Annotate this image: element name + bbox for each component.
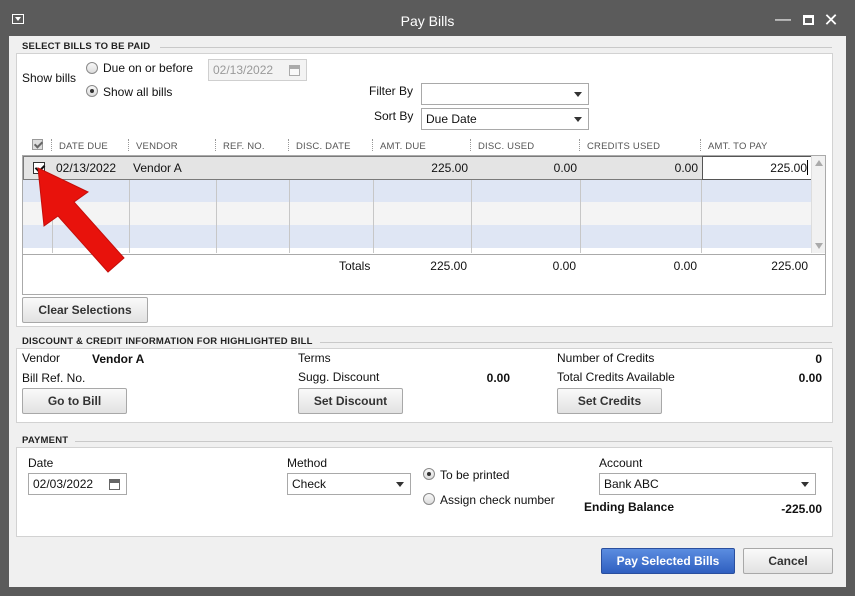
col-vendor[interactable]: VENDOR [136, 141, 178, 152]
sort-by-dropdown[interactable]: Due Date [421, 108, 589, 130]
table-row[interactable]: 02/13/2022 Vendor A 225.00 0.00 0.00 225… [23, 156, 812, 180]
col-date-due[interactable]: DATE DUE [59, 141, 108, 152]
chevron-down-icon [574, 92, 582, 97]
column-separator [288, 139, 290, 151]
amt-to-pay-input[interactable]: 225.00 [702, 156, 812, 180]
ending-balance-value: -225.00 [781, 502, 822, 516]
go-to-bill-button[interactable]: Go to Bill [22, 388, 127, 414]
column-separator [51, 139, 53, 151]
col-disc-date[interactable]: DISC. DATE [296, 141, 351, 152]
vendor-label: Vendor [22, 351, 61, 365]
account-value: Bank ABC [604, 477, 659, 491]
to-be-printed-label: To be printed [440, 468, 510, 482]
payment-date-field[interactable]: 02/03/2022 [28, 473, 127, 495]
due-on-before-date-field[interactable]: 02/13/2022 [208, 59, 307, 81]
assign-check-number-radio[interactable] [423, 493, 435, 505]
payment-section-title: PAYMENT [22, 435, 69, 446]
row-amt-to-pay: 225.00 [770, 161, 807, 175]
totals-label: Totals [339, 259, 371, 273]
method-dropdown[interactable]: Check [287, 473, 411, 495]
payment-date-value: 02/03/2022 [33, 477, 94, 491]
grid-stripe [23, 179, 811, 202]
column-separator [579, 139, 581, 151]
sort-by-label: Sort By [374, 109, 414, 123]
sort-by-value: Due Date [426, 112, 477, 126]
col-amt-due[interactable]: AMT. DUE [380, 141, 426, 152]
bills-grid: 02/13/2022 Vendor A 225.00 0.00 0.00 225… [22, 155, 826, 295]
ending-balance-label: Ending Balance [584, 500, 675, 514]
scroll-down-icon[interactable] [815, 243, 823, 249]
chevron-down-icon [801, 482, 809, 487]
grid-scrollbar[interactable] [811, 156, 825, 253]
show-all-bills-radio[interactable] [86, 85, 98, 97]
due-on-before-radio[interactable] [86, 62, 98, 74]
sugg-discount-label: Sugg. Discount [298, 370, 380, 384]
show-all-bills-label: Show all bills [103, 85, 173, 99]
total-disc-used: 0.00 [552, 259, 576, 273]
row-disc-used: 0.00 [553, 161, 577, 175]
minimize-icon[interactable]: — [772, 10, 794, 30]
maximize-icon[interactable] [797, 10, 819, 30]
total-credits-label: Total Credits Available [557, 370, 675, 384]
divider [320, 342, 832, 343]
annotation-arrow-icon [37, 167, 125, 273]
chevron-down-icon [574, 117, 582, 122]
payment-date-label: Date [28, 456, 54, 470]
calendar-icon[interactable] [109, 479, 120, 490]
bill-ref-label: Bill Ref. No. [22, 371, 86, 385]
cancel-button[interactable]: Cancel [743, 548, 833, 574]
chevron-down-icon [396, 482, 404, 487]
set-discount-button[interactable]: Set Discount [298, 388, 403, 414]
due-on-before-date-value: 02/13/2022 [213, 63, 274, 77]
total-credits-value: 0.00 [798, 371, 822, 385]
col-disc-used[interactable]: DISC. USED [478, 141, 534, 152]
col-amt-to-pay[interactable]: AMT. TO PAY [708, 141, 768, 152]
sugg-discount-value: 0.00 [486, 371, 510, 385]
total-amt-to-pay: 225.00 [771, 259, 808, 273]
vendor-value: Vendor A [92, 352, 145, 366]
col-credits-used[interactable]: CREDITS USED [587, 141, 660, 152]
due-on-before-label: Due on or before [103, 61, 194, 75]
column-separator [215, 139, 217, 151]
total-amt-due: 225.00 [430, 259, 467, 273]
filter-by-dropdown[interactable] [421, 83, 589, 105]
column-separator [128, 139, 130, 151]
pay-selected-bills-button[interactable]: Pay Selected Bills [601, 548, 735, 574]
show-bills-label: Show bills [22, 71, 77, 85]
row-vendor: Vendor A [133, 161, 182, 175]
divider [75, 441, 832, 442]
window-title: Pay Bills [400, 13, 455, 29]
method-value: Check [292, 477, 327, 491]
account-label: Account [599, 456, 643, 470]
close-icon[interactable]: ✕ [820, 10, 842, 30]
discount-credit-section-title: DISCOUNT & CREDIT INFORMATION FOR HIGHLI… [22, 336, 313, 347]
totals-divider [23, 254, 825, 255]
column-separator [372, 139, 374, 151]
grid-stripe [23, 225, 811, 248]
filter-by-label: Filter By [369, 84, 414, 98]
assign-check-number-label: Assign check number [440, 493, 555, 507]
grid-stripe [23, 202, 811, 225]
select-all-checkbox[interactable] [32, 139, 43, 150]
set-credits-button[interactable]: Set Credits [557, 388, 662, 414]
row-credits-used: 0.00 [674, 161, 698, 175]
scroll-up-icon[interactable] [815, 160, 823, 166]
text-cursor [807, 160, 808, 175]
num-credits-value: 0 [815, 352, 822, 366]
account-dropdown[interactable]: Bank ABC [599, 473, 816, 495]
column-separator [470, 139, 472, 151]
to-be-printed-radio[interactable] [423, 468, 435, 480]
method-label: Method [287, 456, 328, 470]
divider [160, 47, 832, 48]
total-credits-used: 0.00 [673, 259, 697, 273]
col-ref-no[interactable]: REF. NO. [223, 141, 265, 152]
calendar-icon[interactable] [289, 65, 300, 76]
terms-label: Terms [298, 351, 331, 365]
num-credits-label: Number of Credits [557, 351, 655, 365]
column-separator [700, 139, 702, 151]
row-amt-due: 225.00 [431, 161, 468, 175]
clear-selections-button[interactable]: Clear Selections [22, 297, 148, 323]
select-bills-section-title: SELECT BILLS TO BE PAID [22, 41, 151, 52]
